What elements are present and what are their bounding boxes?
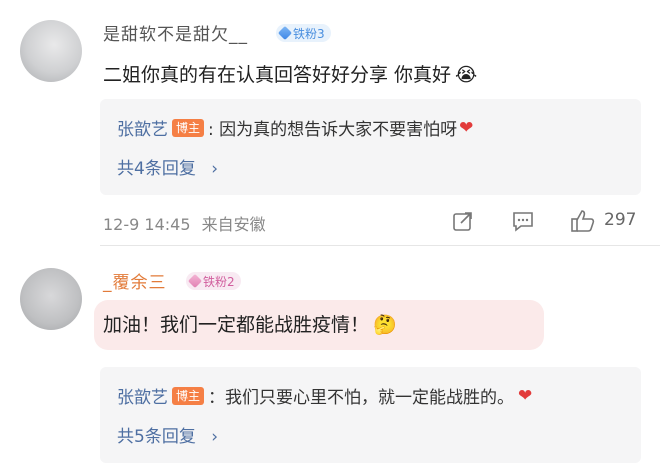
- fan-badge: 铁粉2: [186, 272, 241, 290]
- comment-text: 加油！我们一定都能战胜疫情！ 🤔: [103, 314, 397, 336]
- comment-icon[interactable]: [511, 210, 535, 232]
- avatar[interactable]: [20, 20, 82, 82]
- heart-icon: ❤: [459, 117, 474, 138]
- reply-author[interactable]: 张歆艺: [117, 383, 168, 408]
- location: 来自安徽: [201, 215, 266, 234]
- fan-badge-label: 铁粉2: [203, 274, 235, 289]
- reply-count-link[interactable]: 共5条回复 ›: [117, 422, 218, 447]
- reply-text: : 因为真的想告诉大家不要害怕呀: [208, 120, 458, 140]
- heart-icon: ❤: [518, 385, 533, 406]
- diamond-icon: [277, 25, 293, 41]
- reply-box[interactable]: 张歆艺 博主 : 因为真的想告诉大家不要害怕呀 ❤ 共4条回复 ›: [100, 99, 641, 195]
- reply-author[interactable]: 张歆艺: [117, 115, 168, 140]
- fan-badge-label: 铁粉3: [293, 26, 325, 41]
- comment-meta: 12-9 14:45 来自安徽: [103, 211, 266, 235]
- divider: [100, 245, 660, 246]
- reply-text: ：我们只要心里不怕，就一定能战胜的。: [208, 388, 515, 408]
- like-count: 297: [604, 210, 637, 230]
- fan-badge: 铁粉3: [276, 24, 331, 42]
- comment-text: 二姐你真的有在认真回答好好分享 你真好 😭: [103, 64, 478, 86]
- reply-box[interactable]: 张歆艺 博主 ：我们只要心里不怕，就一定能战胜的。 ❤ 共5条回复 ›: [100, 367, 641, 463]
- username[interactable]: _覆余三: [103, 268, 167, 293]
- diamond-icon: [187, 273, 203, 289]
- reply-line: 张歆艺 博主 : 因为真的想告诉大家不要害怕呀 ❤: [117, 115, 474, 141]
- like-icon[interactable]: [570, 208, 596, 234]
- crying-emoji-icon: 😭: [455, 64, 478, 86]
- timestamp: 12-9 14:45: [103, 215, 191, 234]
- username[interactable]: 是甜软不是甜欠__: [103, 20, 248, 45]
- share-icon[interactable]: [452, 210, 474, 232]
- reply-line: 张歆艺 博主 ：我们只要心里不怕，就一定能战胜的。 ❤: [117, 383, 533, 409]
- chevron-right-icon: ›: [211, 427, 219, 447]
- chevron-right-icon: ›: [211, 159, 219, 179]
- reply-count-link[interactable]: 共4条回复 ›: [117, 154, 218, 179]
- thinking-emoji-icon: 🤔: [373, 314, 397, 336]
- host-badge: 博主: [172, 386, 205, 405]
- avatar[interactable]: [20, 268, 82, 330]
- host-badge: 博主: [172, 118, 205, 137]
